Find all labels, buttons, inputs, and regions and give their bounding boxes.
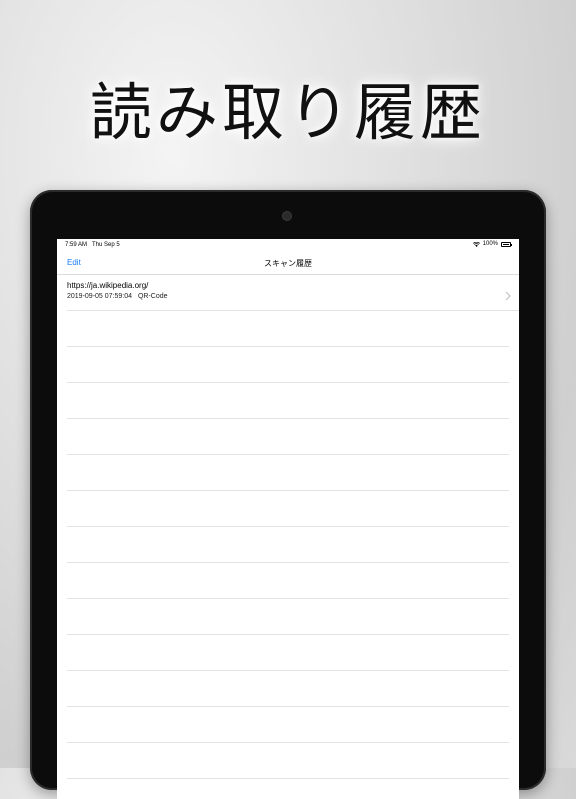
empty-row	[67, 671, 509, 707]
history-list: https://ja.wikipedia.org/ 2019-09-05 07:…	[57, 275, 519, 779]
status-date: Thu Sep 5	[92, 242, 120, 248]
empty-row	[67, 527, 509, 563]
promo-headline: 読み取り履歴	[89, 76, 486, 149]
empty-row	[67, 455, 509, 491]
tablet-device: 7:59 AM Thu Sep 5 100% Edit スキャン履歴 https…	[30, 190, 546, 799]
history-timestamp: 2019-09-05 07:59:04	[67, 293, 132, 300]
empty-row	[67, 563, 509, 599]
status-time: 7:59 AM	[65, 242, 88, 248]
page-title: スキャン履歴	[264, 259, 312, 268]
history-row[interactable]: https://ja.wikipedia.org/ 2019-09-05 07:…	[67, 275, 519, 311]
empty-row	[67, 599, 509, 635]
chevron-right-icon	[505, 286, 511, 301]
history-type: QR-Code	[137, 293, 168, 300]
status-bar: 7:59 AM Thu Sep 5 100%	[57, 239, 519, 252]
empty-row	[67, 635, 509, 671]
status-indicators: 100%	[472, 241, 512, 247]
empty-row	[67, 311, 509, 347]
empty-row	[67, 743, 509, 779]
battery-percent: 100%	[482, 241, 498, 247]
history-meta: 2019-09-05 07:59:04 QR-Code	[67, 293, 168, 300]
app-screen: 7:59 AM Thu Sep 5 100% Edit スキャン履歴 https…	[57, 239, 519, 799]
camera-icon	[283, 212, 291, 220]
navigation-bar: Edit スキャン履歴	[57, 252, 519, 275]
empty-row	[67, 347, 509, 383]
battery-icon	[501, 241, 512, 247]
empty-row	[67, 707, 509, 743]
empty-row	[67, 383, 509, 419]
wifi-icon	[472, 241, 480, 247]
empty-row	[67, 491, 509, 527]
empty-row	[67, 419, 509, 455]
history-url: https://ja.wikipedia.org/	[67, 281, 149, 290]
